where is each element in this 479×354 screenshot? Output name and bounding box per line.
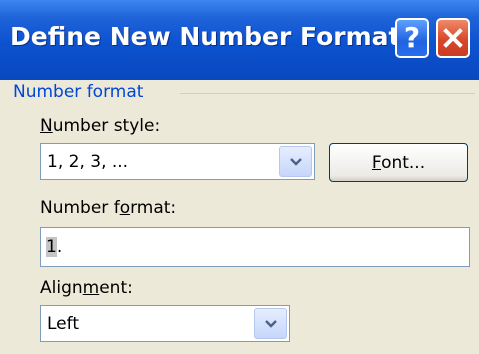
number-format-value: 1. (46, 237, 63, 257)
group-divider (180, 93, 475, 94)
dialog-body: Number format Number style: 1, 2, 3, ...… (0, 80, 479, 354)
alignment-dropdown-button[interactable] (254, 308, 287, 339)
close-button[interactable] (436, 18, 470, 58)
group-label-number-format: Number format (13, 82, 152, 102)
alignment-label: Alignment: (40, 278, 133, 298)
number-style-value: 1, 2, 3, ... (47, 152, 129, 172)
help-button[interactable]: ? (395, 18, 429, 58)
number-format-label: Number format: (40, 198, 177, 218)
number-style-label: Number style: (40, 116, 161, 136)
close-x-icon (443, 28, 463, 48)
font-button[interactable]: Font... (329, 143, 468, 182)
number-format-input[interactable]: 1. (40, 227, 470, 267)
chevron-down-icon (289, 157, 302, 166)
number-style-dropdown-button[interactable] (279, 146, 312, 177)
dialog-title: Define New Number Format (10, 22, 401, 51)
alignment-dropdown[interactable]: Left (40, 305, 290, 342)
number-style-dropdown[interactable]: 1, 2, 3, ... (40, 143, 315, 180)
chevron-down-icon (264, 319, 277, 328)
alignment-value: Left (47, 314, 79, 334)
title-bar: Define New Number Format ? (0, 0, 479, 80)
question-mark-icon: ? (403, 21, 421, 54)
font-button-label: Font... (371, 152, 426, 173)
